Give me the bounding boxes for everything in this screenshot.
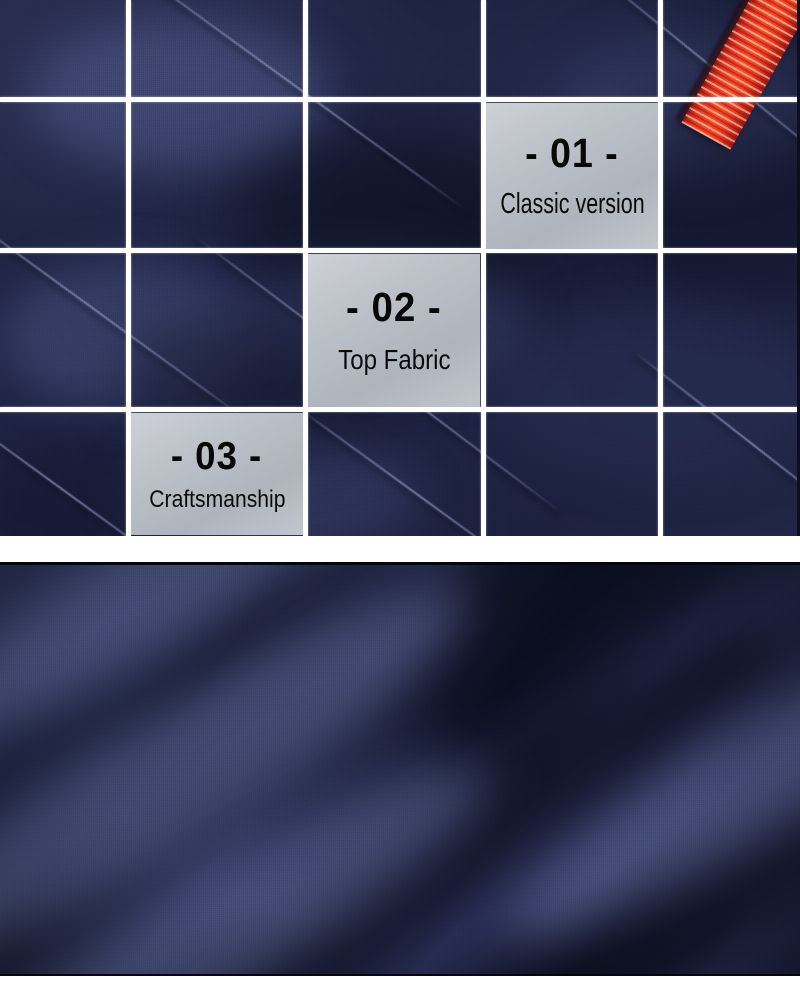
drape-vignette xyxy=(0,565,800,974)
callout-card-02: - 02 - Top Fabric xyxy=(308,254,480,407)
callout-number-01: - 01 - xyxy=(525,130,619,176)
callout-number-03: - 03 - xyxy=(171,434,263,478)
quilted-fabric-grid-panel: - 01 - Classic version - 02 - Top Fabric… xyxy=(0,0,800,536)
panel-separator xyxy=(0,536,800,562)
callout-number-02: - 02 - xyxy=(346,284,442,330)
callout-card-01: - 01 - Classic version xyxy=(486,103,658,249)
draped-fabric-panel xyxy=(0,562,800,976)
callout-caption-01: Classic version xyxy=(499,188,645,220)
callout-caption-02: Top Fabric xyxy=(337,344,451,375)
product-detail-page: Down Jacket Fabric Detail Panels xyxy=(0,0,800,990)
callout-caption-03: Craftsmanship xyxy=(148,485,286,513)
callout-card-03: - 03 - Craftsmanship xyxy=(131,413,303,535)
